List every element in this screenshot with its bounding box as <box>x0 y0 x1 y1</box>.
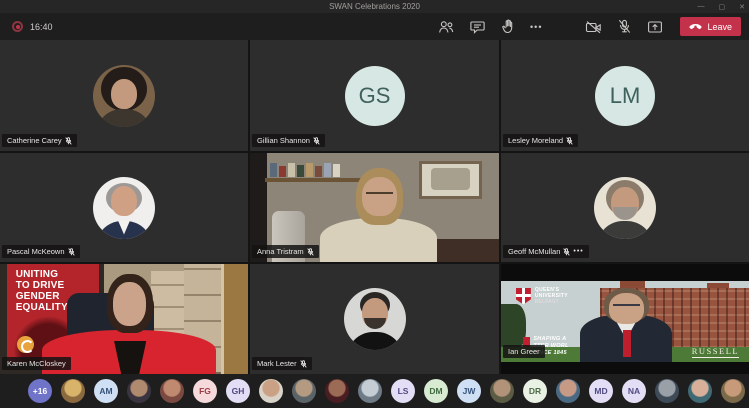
window-controls: — ▢ ✕ <box>698 0 746 13</box>
picture-frame <box>419 161 481 199</box>
chat-icon[interactable] <box>468 18 486 36</box>
hang-up-icon <box>689 23 702 31</box>
participant-name: Mark Lester <box>257 359 297 368</box>
strip-avatar-photo[interactable] <box>292 379 316 403</box>
participant-name: Pascal McKeown <box>7 247 65 256</box>
participant-name-chip: Catherine Carey <box>2 134 77 147</box>
close-button[interactable]: ✕ <box>739 3 745 11</box>
poster-text-line: GENDER <box>16 291 68 302</box>
strip-avatar-initials[interactable]: LS <box>391 379 415 403</box>
more-options-icon[interactable]: ••• <box>530 22 542 32</box>
strip-avatar-initials[interactable]: GH <box>226 379 250 403</box>
poster-text-line: UNITING <box>16 269 68 280</box>
participant-name-chip: Mark Lester <box>252 357 312 370</box>
strip-avatar-photo[interactable] <box>358 379 382 403</box>
mic-muted-icon <box>68 248 75 256</box>
strip-avatar-photo[interactable] <box>655 379 679 403</box>
mic-muted-icon <box>65 137 72 145</box>
leave-button[interactable]: Leave <box>680 17 741 36</box>
participant-name-chip: Geoff McMullan ••• <box>503 245 589 258</box>
poster-logo-icon <box>17 336 34 353</box>
video-grid: Catherine Carey GS Gillian Shannon LM Le… <box>0 40 749 374</box>
tile-lesley-moreland[interactable]: LM Lesley Moreland <box>501 40 749 151</box>
tile-pascal-mckeown[interactable]: Pascal McKeown <box>0 153 248 262</box>
strip-avatar-photo[interactable] <box>325 379 349 403</box>
tile-gillian-shannon[interactable]: GS Gillian Shannon <box>250 40 499 151</box>
qub-shield-icon <box>516 288 531 305</box>
leave-button-label: Leave <box>707 22 732 32</box>
window-titlebar: SWAN Celebrations 2020 — ▢ ✕ <box>0 0 749 13</box>
participant-name-chip: Anna Tristram <box>252 245 319 258</box>
poster-text-line: EQUALITY <box>16 302 68 313</box>
queens-university-logo: QUEEN'S UNIVERSITY BELFAST <box>516 287 568 306</box>
strip-avatar-photo[interactable] <box>160 379 184 403</box>
window-title: SWAN Celebrations 2020 <box>329 2 420 11</box>
strip-avatar-photo[interactable] <box>556 379 580 403</box>
participant-name: Anna Tristram <box>257 247 304 256</box>
participant-name-chip: Karen McCloskey <box>2 357 71 370</box>
logo-text-line: BELFAST <box>535 299 568 305</box>
participant-name: Geoff McMullan <box>508 247 560 256</box>
strip-avatar-initials[interactable]: AM <box>94 379 118 403</box>
recording-indicator-icon <box>12 21 23 32</box>
mic-muted-icon <box>307 248 314 256</box>
participant-strip: +16 AM FG GH LS DM JW DR MD NA <box>0 374 749 408</box>
strip-avatar-initials[interactable]: FG <box>193 379 217 403</box>
strip-avatar-photo[interactable] <box>61 379 85 403</box>
mic-muted-icon <box>563 248 570 256</box>
strip-avatar-initials[interactable]: DR <box>523 379 547 403</box>
tile-karen-mccloskey[interactable]: UNITING TO DRIVE GENDER EQUALITY Karen M… <box>0 264 248 374</box>
share-screen-icon[interactable] <box>646 18 664 36</box>
tile-anna-tristram[interactable]: Anna Tristram <box>250 153 499 262</box>
participant-name-chip: Lesley Moreland <box>503 134 578 147</box>
participant-name: Karen McCloskey <box>7 359 66 368</box>
tile-geoff-mcmullan[interactable]: Geoff McMullan ••• <box>501 153 749 262</box>
poster-text-line: TO DRIVE <box>16 280 68 291</box>
russell-group-logo: RUSSELL <box>692 346 739 358</box>
participant-name: Catherine Carey <box>7 136 62 145</box>
trees <box>501 304 526 349</box>
strip-avatar-initials[interactable]: DM <box>424 379 448 403</box>
participant-name-chip: Ian Greer <box>503 345 545 358</box>
mic-muted-icon <box>566 137 573 145</box>
meeting-timer: 16:40 <box>30 22 53 32</box>
strip-avatar-initials[interactable]: MD <box>589 379 613 403</box>
teams-meeting-window: SWAN Celebrations 2020 — ▢ ✕ 16:40 ••• <box>0 0 749 408</box>
minimize-button[interactable]: — <box>698 3 705 10</box>
participant-name-chip: Pascal McKeown <box>2 245 80 258</box>
strip-avatar-photo[interactable] <box>721 379 745 403</box>
strip-avatar-initials[interactable]: NA <box>622 379 646 403</box>
avatar <box>93 65 155 127</box>
strip-overflow-badge[interactable]: +16 <box>28 379 52 403</box>
tile-more-options-icon[interactable]: ••• <box>573 248 583 255</box>
strip-avatar-photo[interactable] <box>259 379 283 403</box>
tile-mark-lester[interactable]: Mark Lester <box>250 264 499 374</box>
meeting-toolbar: 16:40 ••• Leave <box>0 13 749 40</box>
tile-ian-greer[interactable]: QUEEN'S UNIVERSITY BELFAST SHAPING A TTE… <box>501 264 749 374</box>
avatar <box>344 288 406 350</box>
camera-off-icon[interactable] <box>584 18 602 36</box>
avatar <box>93 177 155 239</box>
strip-avatar-initials[interactable]: JW <box>457 379 481 403</box>
participant-name: Gillian Shannon <box>257 136 310 145</box>
strip-avatar-photo[interactable] <box>127 379 151 403</box>
participants-icon[interactable] <box>437 18 455 36</box>
avatar-initials: LM <box>595 66 655 126</box>
participant-name: Lesley Moreland <box>508 136 563 145</box>
mic-muted-icon <box>300 360 307 368</box>
avatar <box>594 177 656 239</box>
maximize-button[interactable]: ▢ <box>719 3 726 11</box>
strip-avatar-photo[interactable] <box>688 379 712 403</box>
participant-name: Ian Greer <box>508 347 540 356</box>
door <box>221 264 248 374</box>
participant-name-chip: Gillian Shannon <box>252 134 325 147</box>
mic-muted-icon <box>313 137 320 145</box>
strip-avatar-photo[interactable] <box>490 379 514 403</box>
tile-catherine-carey[interactable]: Catherine Carey <box>0 40 248 151</box>
avatar-initials: GS <box>345 66 405 126</box>
banner-text-line: SHAPING A <box>533 336 568 343</box>
mic-off-icon[interactable] <box>615 18 633 36</box>
raise-hand-icon[interactable] <box>499 18 517 36</box>
